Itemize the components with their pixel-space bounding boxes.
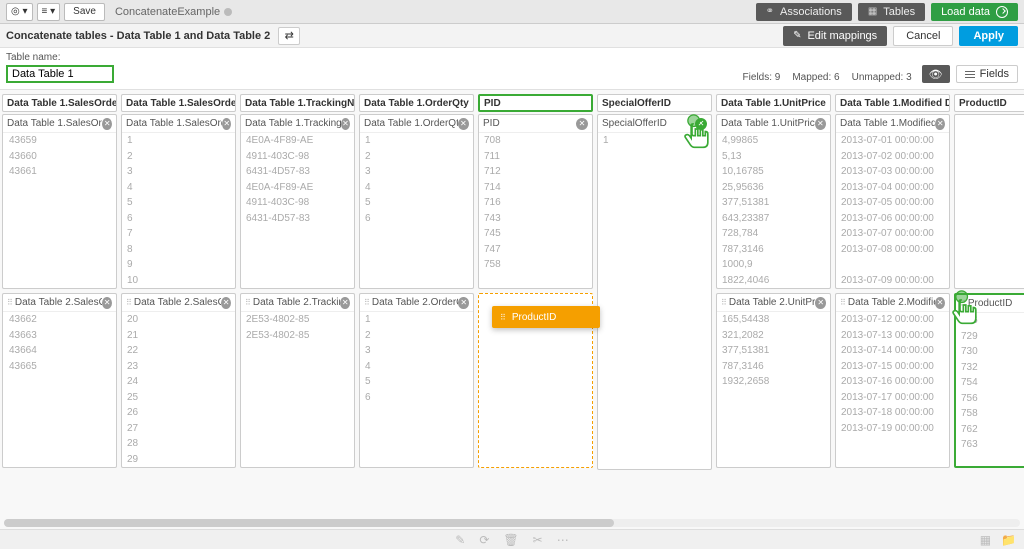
- tables-icon: ▦: [868, 6, 877, 17]
- col-header-modified[interactable]: Data Table 1.Modified Date: [835, 94, 950, 112]
- table-row: 43660: [3, 149, 116, 165]
- associations-icon: ⚭: [766, 6, 774, 17]
- edit-icon[interactable]: ✎: [455, 533, 465, 547]
- play-icon: [996, 6, 1008, 18]
- table-name-input[interactable]: [6, 65, 114, 83]
- remove-field-icon[interactable]: ✕: [695, 118, 707, 130]
- fields-button[interactable]: Fields: [956, 65, 1018, 83]
- grip-icon[interactable]: ⠿: [7, 298, 12, 307]
- dragging-field-chip[interactable]: ⠿ ProductID: [492, 306, 600, 328]
- remove-field-icon[interactable]: ✕: [935, 118, 945, 130]
- col-header-tracking[interactable]: Data Table 1.TrackingNumber: [240, 94, 355, 112]
- remove-field-icon[interactable]: ✕: [458, 118, 469, 130]
- remove-field-icon[interactable]: ✕: [935, 297, 945, 309]
- remove-field-icon[interactable]: ✕: [102, 297, 112, 309]
- remove-field-icon[interactable]: ✕: [576, 118, 588, 130]
- delete-icon[interactable]: 🗑: [503, 533, 518, 547]
- col-header-orderqty[interactable]: Data Table 1.OrderQty: [359, 94, 474, 112]
- col-header-salesorderid[interactable]: Data Table 1.SalesOrderID: [2, 94, 117, 112]
- field-name[interactable]: Data Table 2.SalesOrd...: [15, 297, 102, 308]
- load-data-button[interactable]: Load data: [931, 3, 1018, 21]
- grip-icon: ⠿: [500, 313, 506, 322]
- preview-toggle[interactable]: 👁: [922, 65, 950, 83]
- table-row: 43659: [3, 133, 116, 149]
- remove-field-icon[interactable]: ✕: [815, 118, 826, 130]
- doc-name: ConcatenateExample: [115, 6, 232, 18]
- col-header-pid[interactable]: PID: [478, 94, 593, 112]
- table-name-label: Table name:: [6, 52, 114, 63]
- list-icon[interactable]: ≡ ▾: [37, 3, 61, 21]
- pencil-icon: ✎: [793, 30, 801, 41]
- remove-field-icon[interactable]: ✕: [815, 297, 826, 309]
- page-title: Concatenate tables - Data Table 1 and Da…: [6, 30, 270, 42]
- remove-field-icon[interactable]: ✕: [222, 118, 231, 130]
- cut-icon[interactable]: ✂: [533, 533, 543, 547]
- col-header-productid[interactable]: ProductID: [954, 94, 1024, 112]
- bottom-toolbar: ✎ ⟳ 🗑 ✂ ⋯ ▦ 📁: [0, 529, 1024, 549]
- refresh-icon[interactable]: ⟳: [479, 533, 489, 547]
- table-view-icon[interactable]: ▦: [980, 533, 991, 547]
- compass-icon[interactable]: ◎ ▾: [6, 3, 33, 21]
- folder-icon[interactable]: 📁: [1001, 533, 1016, 547]
- col-header-specialoffer[interactable]: SpecialOfferID: [597, 94, 712, 112]
- col-header-unitprice[interactable]: Data Table 1.UnitPrice: [716, 94, 831, 112]
- swap-icon[interactable]: ⇄: [278, 27, 300, 45]
- table-row: 43661: [3, 164, 116, 180]
- cancel-button[interactable]: Cancel: [893, 26, 953, 46]
- save-button[interactable]: Save: [64, 3, 105, 21]
- fields-icon: [965, 69, 975, 80]
- more-icon[interactable]: ⋯: [557, 533, 569, 547]
- remove-field-icon[interactable]: ✕: [340, 297, 350, 309]
- remove-field-icon[interactable]: ✕: [458, 297, 469, 309]
- apply-button[interactable]: Apply: [959, 26, 1018, 46]
- remove-field-icon[interactable]: ✕: [341, 118, 350, 130]
- col-header-salesorderdetail[interactable]: Data Table 1.SalesOrderDeta...: [121, 94, 236, 112]
- edit-mappings-button[interactable]: ✎Edit mappings: [783, 26, 887, 46]
- horizontal-scrollbar[interactable]: [4, 519, 1020, 527]
- remove-field-icon[interactable]: ✕: [102, 118, 112, 130]
- remove-field-icon[interactable]: ✕: [221, 297, 231, 309]
- associations-button[interactable]: ⚭Associations: [756, 3, 852, 21]
- tables-button[interactable]: ▦Tables: [858, 3, 925, 21]
- nav-dot-icon: [224, 8, 232, 16]
- mapping-stats: Fields: 9 Mapped: 6 Unmapped: 3: [743, 72, 912, 83]
- field-name[interactable]: Data Table 1.SalesOrderID: [7, 118, 102, 129]
